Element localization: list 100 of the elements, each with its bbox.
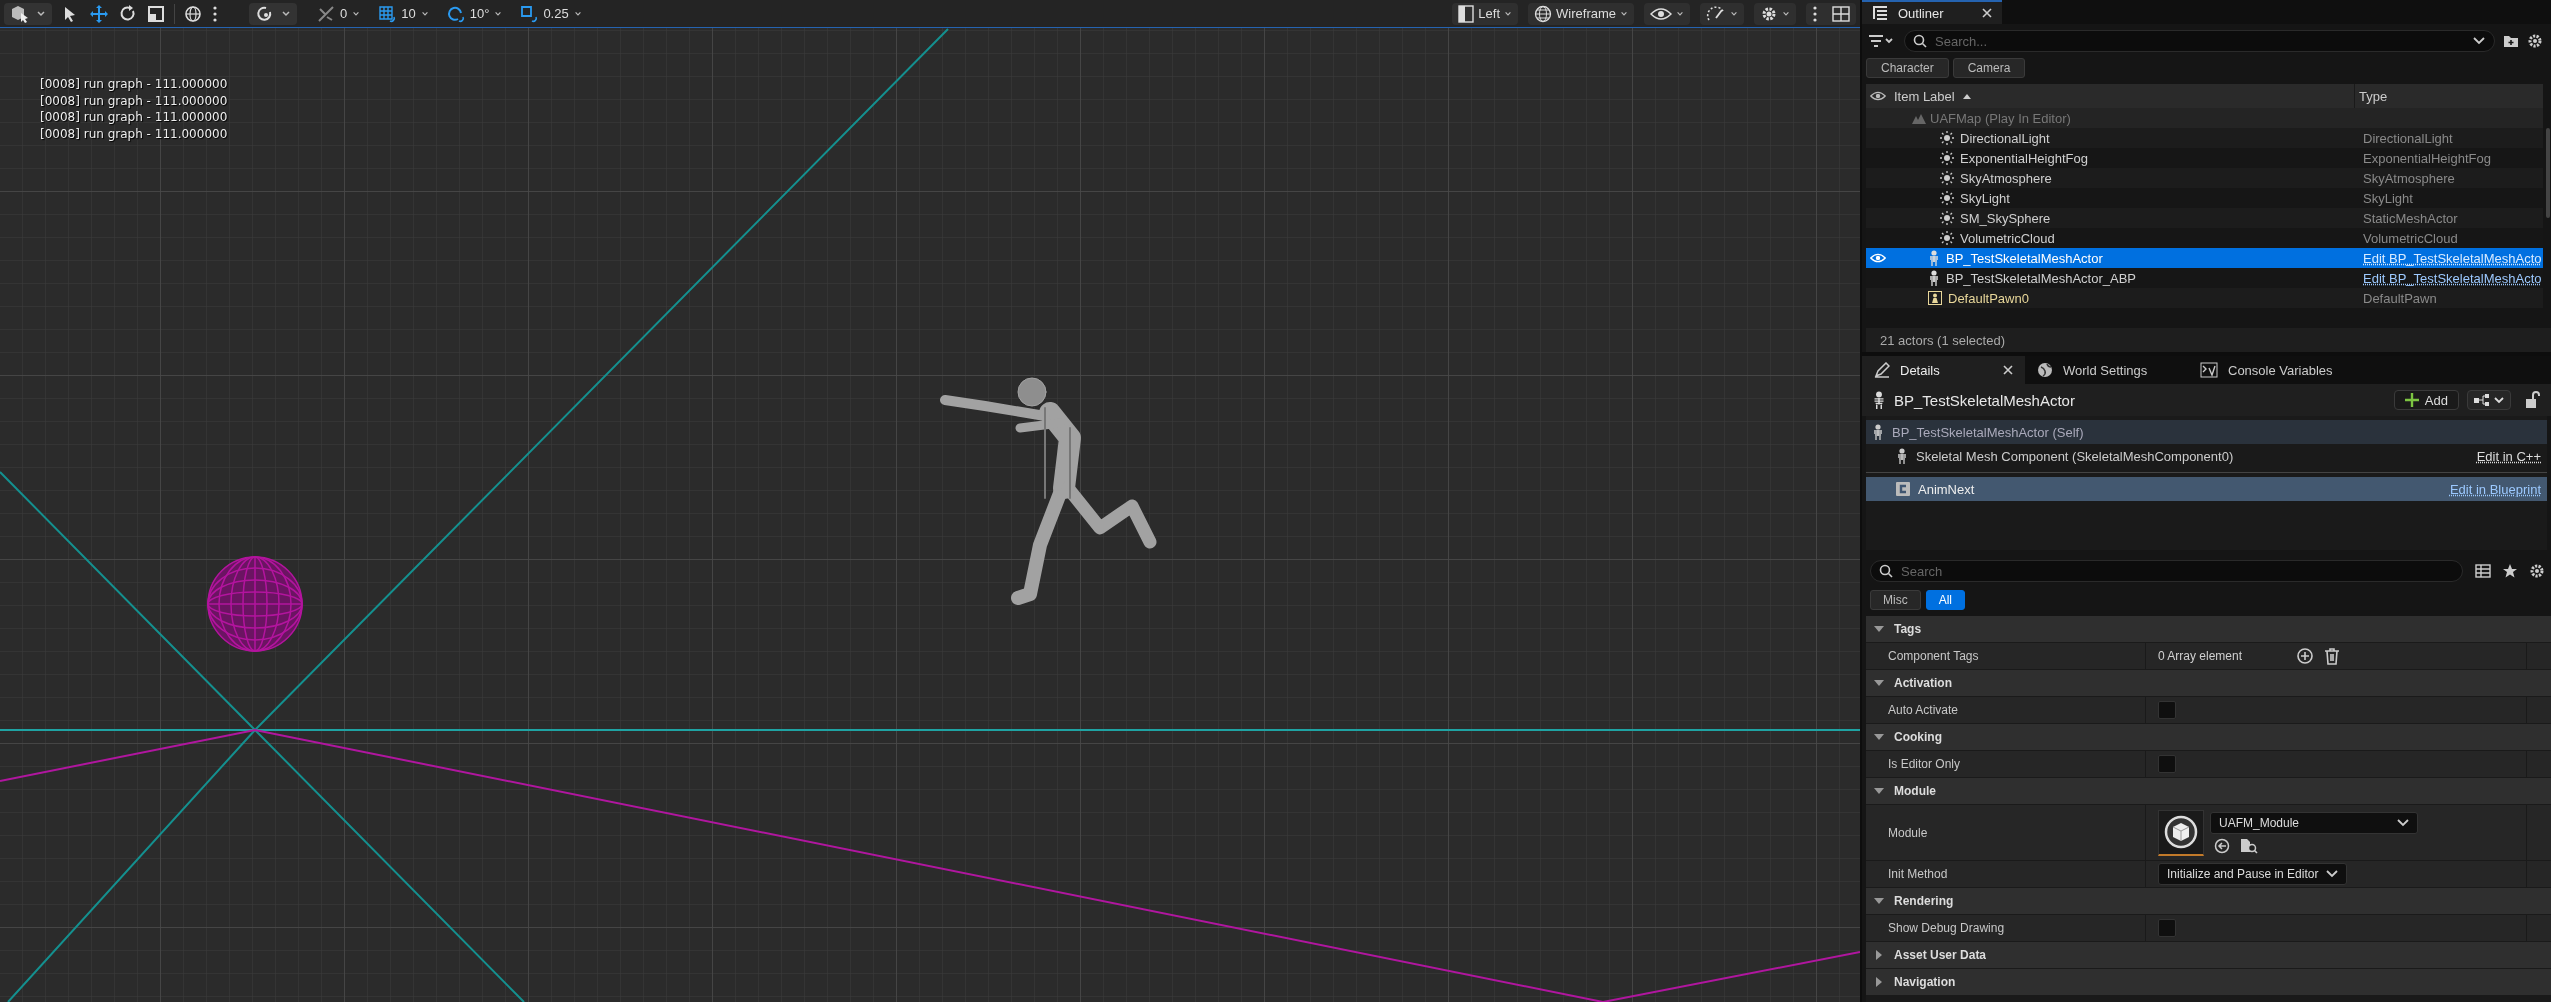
search-field[interactable]: Search... (1904, 30, 2495, 52)
init-method-dropdown[interactable]: Initialize and Pause in Editor (2158, 863, 2348, 885)
category-header[interactable]: Navigation (1866, 969, 2551, 996)
search-icon (1879, 564, 1893, 578)
search-field[interactable]: Search (1870, 560, 2463, 582)
outliner-row[interactable]: DefaultPawn0 DefaultPawn (1866, 288, 2543, 308)
category-header[interactable]: Asset User Data (1866, 942, 2551, 969)
actor-name: BP_TestSkeletalMeshActor (1894, 391, 2075, 409)
light-icon (1940, 231, 1954, 245)
unlocked-padlock-icon[interactable] (2525, 391, 2541, 409)
close-icon[interactable] (1982, 8, 1992, 18)
settings-icon[interactable] (2529, 563, 2545, 579)
skeleton-icon (1928, 250, 1940, 266)
category-title: Rendering (1894, 894, 1954, 908)
edit-blueprint-link[interactable]: Edit BP_TestSkeletalMeshActo (2363, 270, 2542, 286)
category-header[interactable]: Module (1866, 778, 2551, 805)
view-mode-button[interactable]: Wireframe (1528, 2, 1634, 25)
outliner-row[interactable]: BP_TestSkeletalMeshActor Edit BP_TestSkeletalMeshActo (1866, 248, 2543, 268)
category-header[interactable]: Rendering (1866, 888, 2551, 915)
rotation-snap-button[interactable]: 10° (440, 2, 509, 25)
use-selected-icon[interactable] (2214, 837, 2230, 854)
add-element-icon[interactable] (2296, 647, 2314, 665)
component-row[interactable]: Skeletal Mesh Component (SkeletalMeshComponent0) Edit in C++ (1866, 444, 2547, 468)
surface-snap-button[interactable]: 0 (311, 2, 367, 25)
actor-type: DefaultPawn (2363, 290, 2437, 306)
outliner-tab[interactable]: Outliner (1862, 0, 2002, 24)
component-row[interactable]: BP_TestSkeletalMeshActor (Self) (1866, 420, 2547, 444)
search-icon (1913, 34, 1927, 48)
asset-thumbnail[interactable] (2158, 809, 2204, 856)
panel-tab[interactable]: World Settings (2025, 356, 2188, 384)
add-folder-icon[interactable] (2503, 34, 2519, 48)
outliner-row[interactable]: DirectionalLight DirectionalLight (1866, 128, 2543, 148)
debug-log-line: [0008] run graph - 111.000000 (40, 92, 228, 109)
outliner-row[interactable]: SkyAtmosphere SkyAtmosphere (1866, 168, 2543, 188)
caret-icon[interactable] (2473, 36, 2485, 46)
more-options-icon (1812, 4, 1818, 23)
add-component-button[interactable]: Add (2393, 390, 2459, 410)
rotation-snap-icon (446, 4, 465, 23)
panel-tab[interactable]: Details (1862, 356, 2025, 384)
view-type-button[interactable]: Left (1452, 2, 1519, 25)
category-title: Activation (1894, 676, 1952, 690)
component-label: Skeletal Mesh Component (SkeletalMeshComponent0) (1916, 448, 2234, 464)
caret-icon (2397, 818, 2409, 827)
actor-label: BP_TestSkeletalMeshActor (1946, 250, 2103, 266)
debug-log-line: [0008] run graph - 111.000000 (40, 76, 228, 93)
selection-mode-button[interactable] (4, 2, 52, 25)
performance-button[interactable] (1700, 2, 1744, 25)
settings-button[interactable] (1754, 2, 1796, 25)
trash-icon[interactable] (2324, 647, 2340, 665)
skeleton-icon (1872, 391, 1886, 409)
filter-button[interactable] (1866, 34, 1896, 48)
caret-icon (1730, 9, 1738, 18)
category-header[interactable]: Cooking (1866, 724, 2551, 751)
settings-icon[interactable] (2527, 33, 2543, 49)
edit-blueprint-link[interactable]: Edit BP_TestSkeletalMeshActo (2363, 250, 2542, 266)
hierarchy-button[interactable] (2467, 390, 2511, 410)
tab-label: Outliner (1898, 5, 1945, 21)
category-filter-button[interactable]: Misc (1870, 590, 1921, 610)
component-row[interactable]: AnimNext Edit in Blueprint (1866, 477, 2547, 501)
side-view-icon (1458, 4, 1475, 23)
scrollbar-thumb[interactable] (2546, 128, 2550, 218)
skeleton-icon (1896, 448, 1908, 464)
actor-label: ExponentialHeightFog (1960, 150, 2088, 166)
actor-type: DirectionalLight (2363, 130, 2453, 146)
star-icon[interactable] (2503, 564, 2517, 578)
show-flags-button[interactable] (1644, 2, 1690, 25)
grid-snap-button[interactable]: 10 (372, 2, 435, 25)
category-header[interactable]: Tags (1866, 616, 2551, 643)
snap-mode-button[interactable] (249, 2, 297, 25)
console-icon (2200, 362, 2218, 378)
script-icon (1896, 482, 1910, 496)
caret-icon (281, 8, 291, 19)
caret-icon (36, 8, 46, 19)
eye-icon[interactable] (1870, 90, 1886, 102)
edit-link[interactable]: Edit in C++ (2476, 448, 2541, 464)
filter-chip[interactable]: Character (1866, 58, 1949, 78)
rotate-icon (119, 4, 137, 23)
plus-icon (2404, 393, 2419, 407)
checkbox[interactable] (2158, 701, 2176, 719)
checkbox[interactable] (2158, 919, 2176, 937)
outliner-row[interactable]: SM_SkySphere StaticMeshActor (1866, 208, 2543, 228)
light-icon (1940, 131, 1954, 145)
caret-icon (1782, 9, 1790, 18)
table-view-icon[interactable] (2475, 564, 2491, 578)
scale-icon (147, 4, 165, 23)
asset-dropdown[interactable]: UAFM_Module (2210, 811, 2418, 834)
edit-link[interactable]: Edit in Blueprint (2449, 481, 2541, 497)
close-icon[interactable] (2003, 365, 2013, 375)
panel-tab[interactable]: Console Variables (2188, 356, 2351, 384)
checkbox[interactable] (2158, 755, 2176, 773)
filter-chip[interactable]: Camera (1952, 58, 2026, 78)
actor-label: DirectionalLight (1960, 130, 2050, 146)
caret-icon (2326, 870, 2339, 878)
column-header[interactable]: Type (2355, 84, 2543, 108)
property-name: Is Editor Only (1866, 751, 2146, 777)
scale-snap-button[interactable]: 0.25 (514, 2, 588, 25)
category-header[interactable]: Activation (1866, 670, 2551, 697)
browse-icon[interactable] (2240, 837, 2258, 854)
eye-icon (1650, 6, 1672, 21)
category-filter-button[interactable]: All (1925, 590, 1965, 610)
